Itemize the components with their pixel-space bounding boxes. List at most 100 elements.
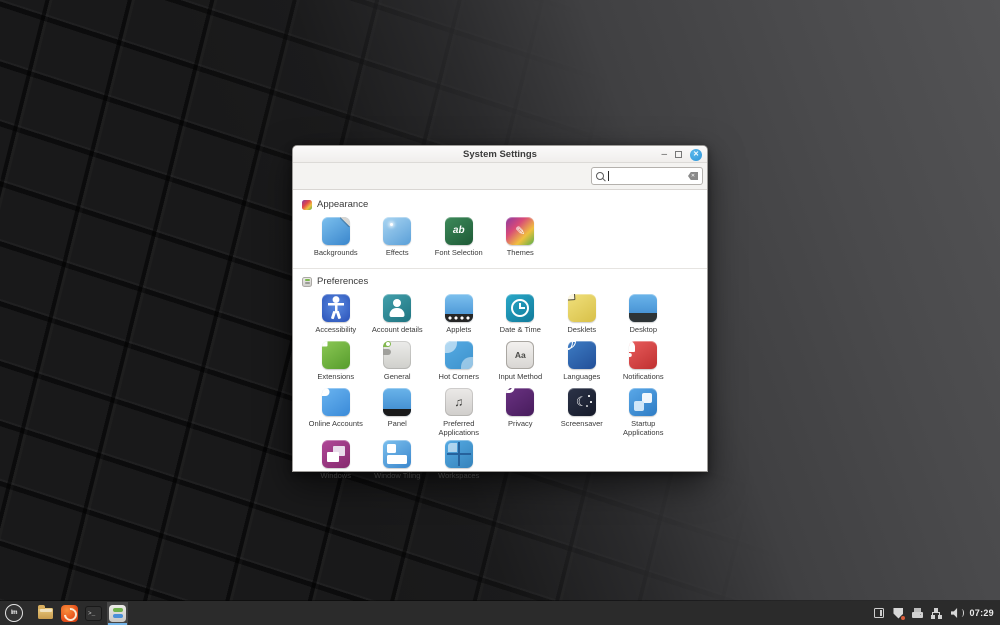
settings-item-date-time[interactable]: Date & Time [490,294,552,338]
settings-item-desktop[interactable]: Desktop [613,294,675,338]
network-glyph [931,608,942,619]
languages-icon [568,341,596,369]
settings-item-accessibility[interactable]: Accessibility [305,294,367,338]
settings-item-backgrounds[interactable]: Backgrounds [305,217,367,261]
update-badge [900,615,906,621]
applets-icon [445,294,473,322]
system-settings-icon [109,605,126,622]
files-launcher[interactable] [35,602,56,625]
printer-tray-icon[interactable] [911,607,923,620]
item-label: Languages [563,372,600,381]
section-appearance: Appearance Backgrounds Effects abFont Selec… [293,192,707,261]
search-icon [596,172,605,181]
window-list-glyph [874,608,884,618]
settings-item-notifications[interactable]: Notifications [613,341,675,385]
titlebar[interactable]: System Settings – ✕ [293,146,707,163]
section-preferences: PreferencesAccessibilityAccount detailsA… [293,268,707,484]
window-title: System Settings [293,146,707,163]
terminal-launcher[interactable]: >_ [83,602,104,625]
backgrounds-icon [322,217,350,245]
item-label: Extensions [317,372,354,381]
minimize-button[interactable]: – [661,150,667,160]
preferences-section-icon [302,277,312,287]
network-tray-icon[interactable] [930,607,942,620]
search-input[interactable] [612,171,685,181]
settings-item-preferred-applications[interactable]: ♫ Preferred Applications [428,388,490,437]
settings-item-general[interactable]: General [367,341,429,385]
item-label: Notifications [623,372,664,381]
item-label: Hot Corners [439,372,479,381]
system-settings-window: System Settings – ✕ ✕ Appearance Backgrou… [292,145,708,472]
section-header-preferences: Preferences [293,269,707,290]
window-controls: – ✕ [661,146,702,163]
item-label: Account details [372,325,423,334]
section-label: Preferences [317,276,368,287]
item-label: Window Tiling [374,471,420,480]
settings-item-effects[interactable]: Effects [367,217,429,261]
date-time-icon [506,294,534,322]
section-grid-appearance: Backgrounds Effects abFont Selection✎Theme… [305,217,707,261]
settings-item-desklets[interactable]: Desklets [551,294,613,338]
settings-item-languages[interactable]: Languages [551,341,613,385]
text-caret [608,171,609,181]
clear-search-icon[interactable]: ✕ [688,172,698,180]
window-tiling-icon [383,440,411,468]
window-list-tray-icon[interactable] [873,607,885,620]
system-settings-launcher[interactable] [107,602,128,625]
settings-item-account-details[interactable]: Account details [367,294,429,338]
settings-item-themes[interactable]: ✎Themes [490,217,552,261]
system-tray [873,607,961,620]
settings-item-window-tiling[interactable]: Window Tiling [367,440,429,484]
item-label: Online Accounts [309,419,363,428]
item-label: Screensaver [561,419,603,428]
settings-item-online-accounts[interactable]: Online Accounts [305,388,367,437]
settings-item-workspaces[interactable]: Workspaces [428,440,490,484]
item-label: Startup Applications [613,419,673,437]
screensaver-icon: ☾ [568,388,596,416]
accessibility-icon [322,294,350,322]
firefox-launcher[interactable] [59,602,80,625]
maximize-button[interactable] [675,151,682,158]
item-label: Input Method [498,372,542,381]
terminal-icon: >_ [85,606,102,621]
firefox-icon [61,605,78,622]
volume-tray-icon[interactable] [949,607,961,620]
item-label: Backgrounds [314,248,358,257]
close-button[interactable]: ✕ [690,149,702,161]
preferred-applications-icon: ♫ [445,388,473,416]
settings-item-privacy[interactable]: Privacy [490,388,552,437]
settings-item-panel[interactable]: Panel [367,388,429,437]
settings-item-input-method[interactable]: Aa Input Method [490,341,552,385]
item-label: Effects [386,248,409,257]
appearance-section-icon [302,200,312,210]
search-box[interactable]: ✕ [591,167,703,185]
settings-item-extensions[interactable]: Extensions [305,341,367,385]
update-manager-tray-icon[interactable] [892,607,904,620]
windows-icon [322,440,350,468]
settings-sections: Appearance Backgrounds Effects abFont Selec… [293,190,707,484]
item-label: Applets [446,325,471,334]
settings-item-windows[interactable]: Windows [305,440,367,484]
item-label: General [384,372,411,381]
files-icon [38,608,53,619]
settings-item-applets[interactable]: Applets [428,294,490,338]
settings-item-startup-applications[interactable]: Startup Applications [613,388,675,437]
input-method-icon: Aa [506,341,534,369]
item-label: Accessibility [315,325,356,334]
online-accounts-icon [322,388,350,416]
item-label: Privacy [508,419,533,428]
settings-item-screensaver[interactable]: ☾ Screensaver [551,388,613,437]
settings-item-font-selection[interactable]: abFont Selection [428,217,490,261]
item-label: Desklets [567,325,596,334]
item-label: Windows [321,471,351,480]
desktop-icon [629,294,657,322]
taskbar-clock[interactable]: 07:29 [969,608,994,618]
search-toolbar: ✕ [293,163,707,190]
section-grid-preferences: Accessibility Account details Applets Date … [305,294,707,484]
item-label: Preferred Applications [429,419,489,437]
taskbar: lm >_ 07:29 [0,601,1000,625]
settings-item-hot-corners[interactable]: Hot Corners [428,341,490,385]
section-header-appearance: Appearance [293,192,707,213]
mint-menu-button[interactable]: lm [5,604,23,622]
themes-icon: ✎ [506,217,534,245]
